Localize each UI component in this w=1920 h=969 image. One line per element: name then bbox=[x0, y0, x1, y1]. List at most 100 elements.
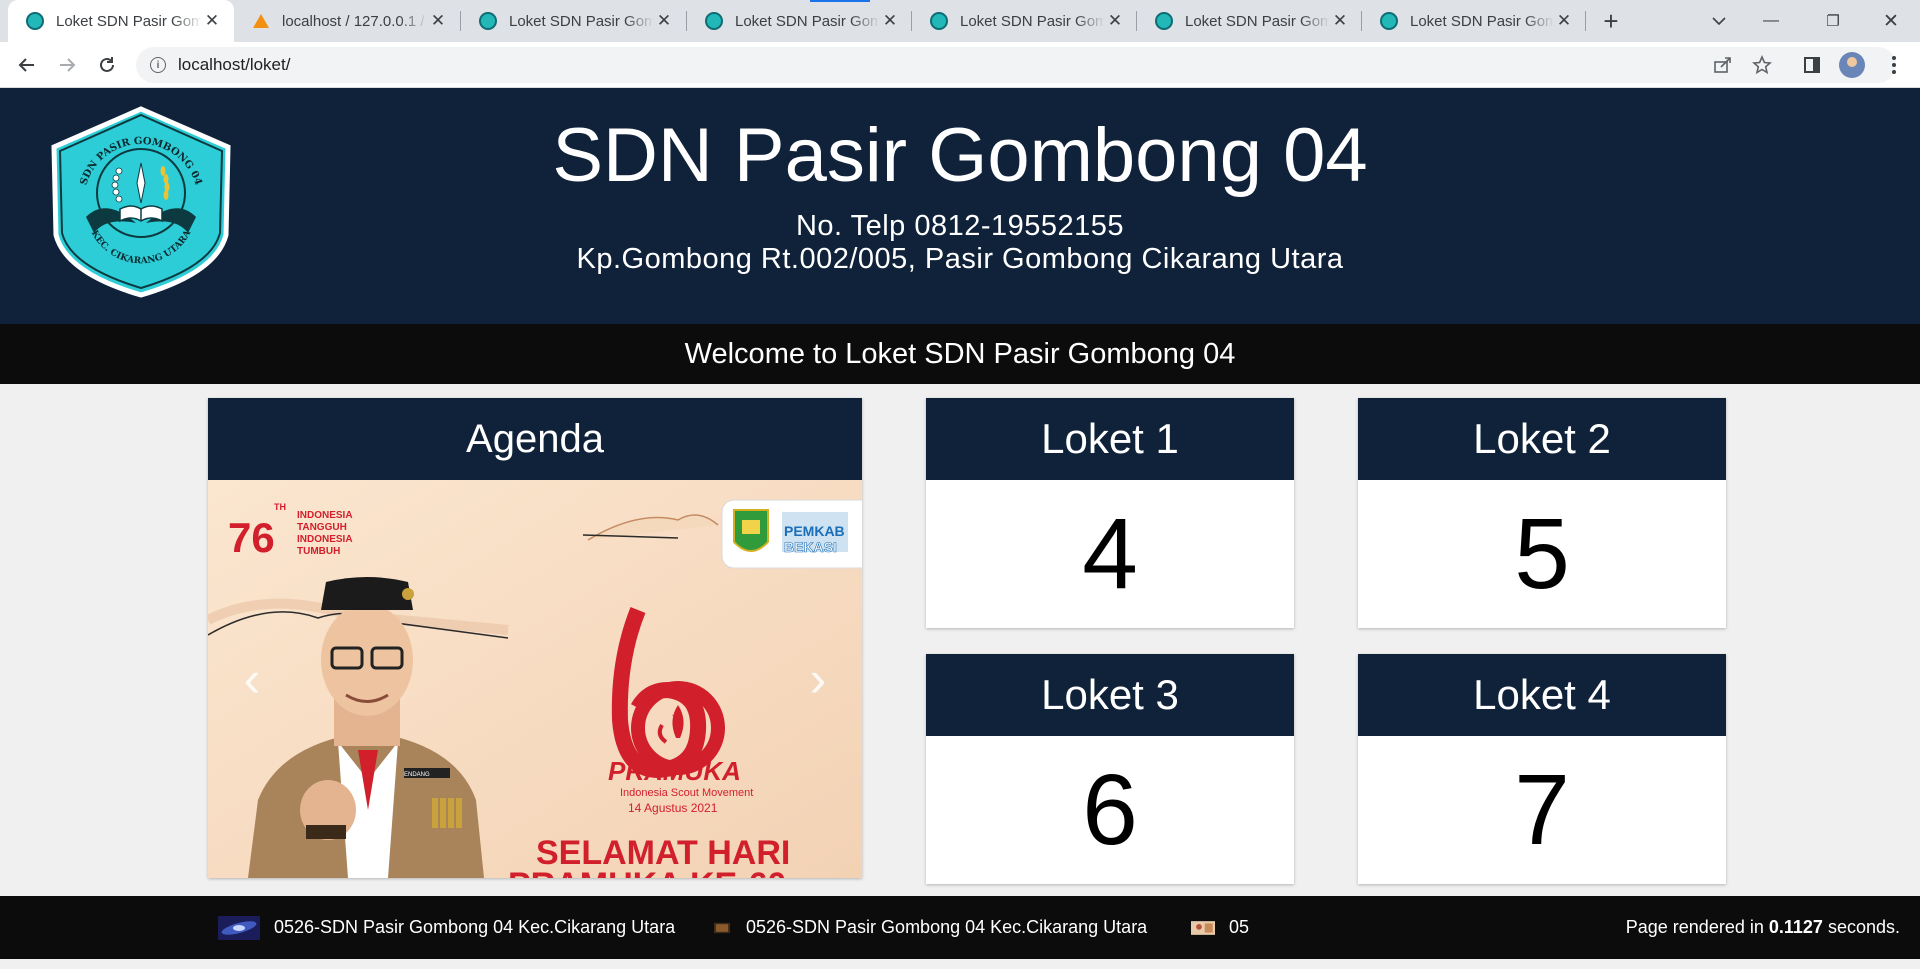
address-bar[interactable]: i localhost/loket/ bbox=[136, 47, 1896, 83]
star-icon bbox=[1752, 55, 1772, 75]
agenda-panel: Agenda 76 TH INDONESIA TANGGUH INDONESIA… bbox=[208, 398, 862, 878]
tab-search-button[interactable] bbox=[1705, 7, 1733, 35]
loket-title: Loket 2 bbox=[1358, 398, 1726, 480]
window-restore-button[interactable]: ❐ bbox=[1819, 7, 1847, 35]
tab-title: Loket SDN Pasir Gombong 04 bbox=[735, 12, 880, 30]
tab-separator bbox=[1585, 11, 1586, 31]
share-icon bbox=[1714, 57, 1731, 73]
arrow-right-icon bbox=[60, 58, 76, 72]
tab-close-icon[interactable]: ✕ bbox=[1554, 11, 1574, 31]
tab-title: Loket SDN Pasir Gombong 04 bbox=[1185, 12, 1330, 30]
tab-close-icon[interactable]: ✕ bbox=[428, 11, 448, 31]
footer-bar: 0526-SDN Pasir Gombong 04 Kec.Cikarang U… bbox=[0, 896, 1920, 959]
kebab-menu-icon bbox=[1892, 56, 1896, 74]
tab-close-icon[interactable]: ✕ bbox=[880, 11, 900, 31]
loket-panel-3: Loket 3 6 bbox=[926, 654, 1294, 884]
book-thumbnail bbox=[713, 922, 731, 933]
chevron-down-icon bbox=[1712, 17, 1726, 26]
marquee-text: 0526-SDN Pasir Gombong 04 Kec.Cikarang U… bbox=[274, 917, 676, 937]
tab-title: Loket SDN Pasir Gombong 04 bbox=[509, 12, 654, 30]
tab-title: Loket SDN Pasir Gombong 04 bbox=[56, 12, 202, 30]
profile-avatar[interactable] bbox=[1839, 52, 1865, 78]
tab-close-icon[interactable]: ✕ bbox=[1330, 11, 1350, 31]
marquee-text: 0526-SDN Pasir Gombong 04 Kec.Cikarang U… bbox=[746, 917, 1148, 937]
loket-title: Loket 4 bbox=[1358, 654, 1726, 736]
school-logo-icon bbox=[705, 12, 723, 30]
carousel-next-button[interactable]: › bbox=[798, 654, 838, 704]
browser-tab-6[interactable]: Loket SDN Pasir Gombong 04 ✕ bbox=[1137, 0, 1362, 42]
agenda-carousel[interactable]: 76 TH INDONESIA TANGGUH INDONESIA TUMBUH… bbox=[208, 480, 862, 878]
pramuka-brand: PRAMUKA bbox=[608, 756, 741, 786]
back-button[interactable] bbox=[13, 51, 41, 79]
site-header: SDN PASIR GOMBONG 04 KEC. CIKARANG UTARA… bbox=[0, 88, 1920, 324]
window-close-button[interactable]: ✕ bbox=[1877, 7, 1905, 35]
tab-close-icon[interactable]: ✕ bbox=[654, 11, 674, 31]
school-logo-icon bbox=[930, 12, 948, 30]
pramuka-day-poster: 76 TH INDONESIA TANGGUH INDONESIA TUMBUH… bbox=[208, 480, 862, 878]
loket-title: Loket 1 bbox=[926, 398, 1294, 480]
render-prefix: Page rendered in bbox=[1625, 917, 1764, 937]
badge-line-4: TUMBUH bbox=[297, 546, 340, 557]
browser-tab-3[interactable]: Loket SDN Pasir Gombong 04 ✕ bbox=[461, 0, 686, 42]
new-tab-button[interactable]: + bbox=[1597, 6, 1625, 36]
render-time-value: 0.1127 bbox=[1768, 917, 1823, 937]
badge-line-2: TANGGUH bbox=[297, 522, 347, 533]
anniversary-number: 76 bbox=[228, 514, 275, 561]
browser-tab-4[interactable]: Loket SDN Pasir Gombong 04 ✕ bbox=[687, 0, 912, 42]
pemkab-line2: BEKASI bbox=[784, 539, 837, 555]
school-phone: No. Telp 0812-19552155 bbox=[795, 210, 1125, 242]
loket-panel-4: Loket 4 7 bbox=[1358, 654, 1726, 884]
bookmark-button[interactable] bbox=[1748, 51, 1776, 79]
side-panel-icon bbox=[1804, 57, 1820, 73]
loket-queue-number: 7 bbox=[1514, 754, 1570, 866]
galaxy-thumbnail bbox=[218, 915, 260, 940]
anniversary-sup: TH bbox=[274, 502, 286, 512]
agenda-title: Agenda bbox=[208, 398, 862, 480]
reload-button[interactable] bbox=[93, 51, 121, 79]
side-panel-button[interactable] bbox=[1798, 51, 1826, 79]
browser-menu-button[interactable] bbox=[1880, 51, 1908, 79]
tab-title: Loket SDN Pasir Gombong 04 bbox=[960, 12, 1105, 30]
tab-close-icon[interactable]: ✕ bbox=[202, 11, 222, 31]
pramuka-tagline: Indonesia Scout Movement bbox=[620, 787, 753, 799]
browser-tab-7[interactable]: Loket SDN Pasir Gombong 04 ✕ bbox=[1362, 0, 1586, 42]
carousel-prev-button[interactable]: ‹ bbox=[232, 654, 272, 704]
loket-queue-number: 6 bbox=[1082, 754, 1138, 866]
tab-title: localhost / 127.0.0.1 / loket bbox=[282, 12, 428, 30]
page-body: SDN PASIR GOMBONG 04 KEC. CIKARANG UTARA… bbox=[0, 88, 1920, 969]
marquee-text: 05 bbox=[1229, 917, 1250, 937]
loket-panel-1: Loket 1 4 bbox=[926, 398, 1294, 628]
phpmyadmin-icon bbox=[252, 12, 270, 30]
render-suffix: seconds. bbox=[1827, 917, 1900, 937]
browser-tab-strip: Loket SDN Pasir Gombong 04 ✕ localhost /… bbox=[0, 0, 1920, 42]
loket-queue-number: 4 bbox=[1082, 498, 1138, 610]
badge-line-3: INDONESIA bbox=[297, 534, 353, 545]
pemkab-line1: PEMKAB bbox=[784, 523, 845, 539]
welcome-banner: Welcome to Loket SDN Pasir Gombong 04 bbox=[0, 324, 1920, 384]
badge-line-1: INDONESIA bbox=[297, 510, 353, 521]
reload-icon bbox=[100, 57, 114, 72]
tab-close-icon[interactable]: ✕ bbox=[1105, 11, 1125, 31]
pramuka-date: 14 Agustus 2021 bbox=[628, 801, 718, 815]
school-title: SDN Pasir Gombong 04 bbox=[552, 113, 1368, 198]
tab-title: Loket SDN Pasir Gombong 04 bbox=[1410, 12, 1554, 30]
name-tag: ENDANG bbox=[404, 772, 430, 778]
share-button[interactable] bbox=[1709, 51, 1737, 79]
school-logo-icon bbox=[479, 12, 497, 30]
marquee-item: 05 bbox=[1191, 896, 1249, 959]
forward-button[interactable] bbox=[53, 51, 81, 79]
poster-headline-2: PRAMUKA KE-60 bbox=[508, 866, 786, 878]
render-time-info: Page rendered in 0.1127 seconds. bbox=[1626, 896, 1900, 959]
school-logo-icon bbox=[26, 12, 44, 30]
site-info-icon[interactable]: i bbox=[150, 57, 166, 73]
photo-thumbnail bbox=[1191, 920, 1215, 935]
browser-tab-1[interactable]: Loket SDN Pasir Gombong 04 ✕ bbox=[8, 0, 234, 42]
browser-toolbar: i localhost/loket/ bbox=[0, 42, 1920, 88]
browser-tab-5[interactable]: Loket SDN Pasir Gombong 04 ✕ bbox=[912, 0, 1137, 42]
loket-queue-number: 5 bbox=[1514, 498, 1570, 610]
window-minimize-button[interactable]: — bbox=[1757, 7, 1785, 35]
marquee-item: 0526-SDN Pasir Gombong 04 Kec.Cikarang U… bbox=[218, 896, 675, 959]
url-text[interactable]: localhost/loket/ bbox=[178, 55, 290, 75]
marquee-item: 0526-SDN Pasir Gombong 04 Kec.Cikarang U… bbox=[712, 896, 1147, 959]
browser-tab-2[interactable]: localhost / 127.0.0.1 / loket ✕ bbox=[234, 0, 460, 42]
